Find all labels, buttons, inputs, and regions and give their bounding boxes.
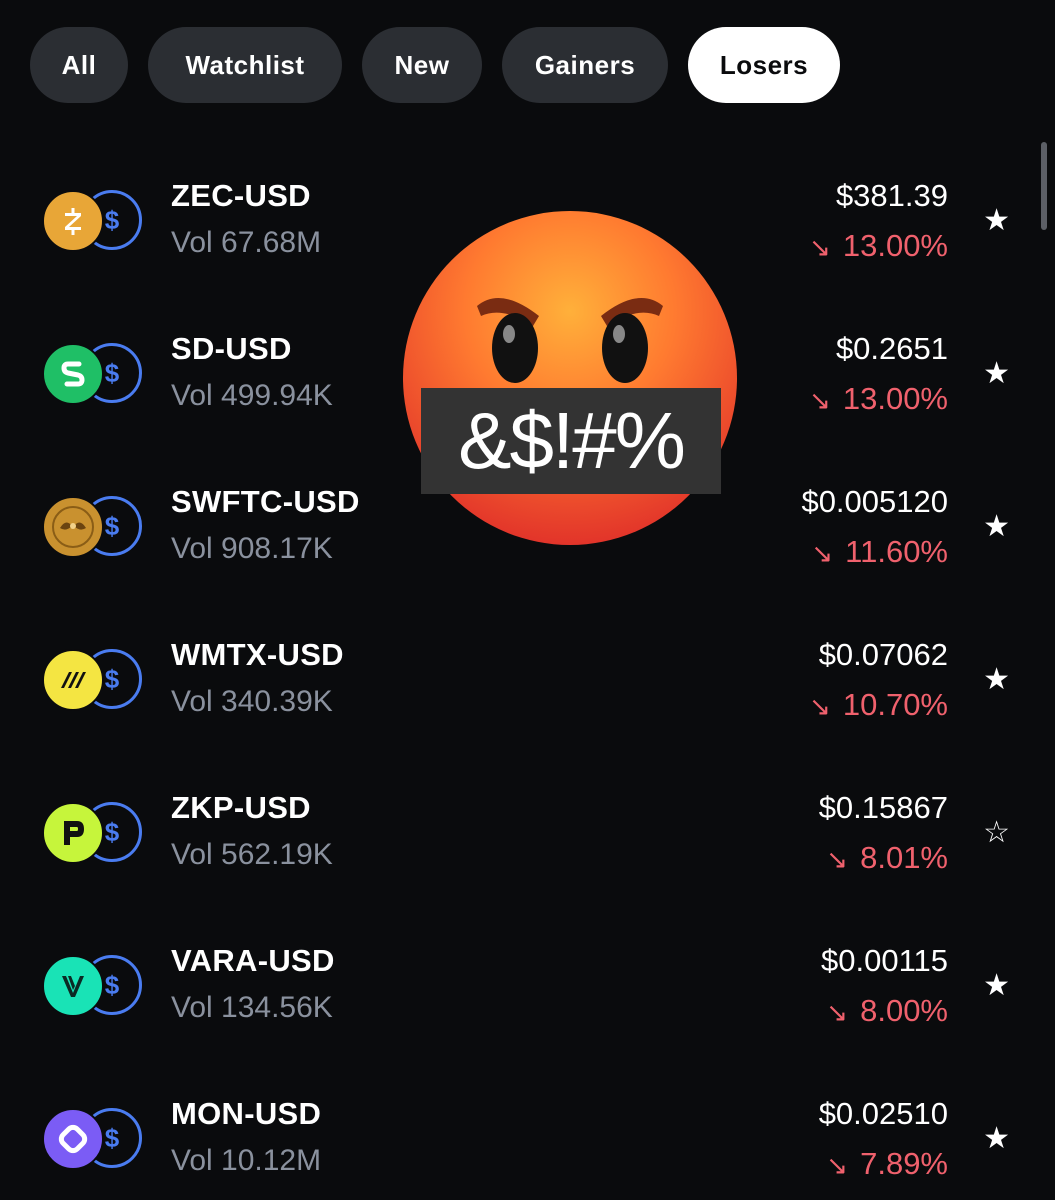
volume-label: Vol 67.68M [171, 226, 322, 259]
watchlist-star-icon[interactable]: ★ [983, 512, 1010, 542]
price-value: $381.39 [835, 178, 948, 213]
monad-icon [42, 1108, 104, 1170]
asset-row[interactable]: $ VARA-USD Vol 134.56K $0.00115 ↘ 8.00% ★ [0, 935, 1055, 1055]
pair-name: ZKP-USD [171, 790, 311, 825]
price-change: ↘ 11.60% [811, 534, 948, 570]
change-percent: 7.89% [860, 1146, 948, 1181]
pair-name: WMTX-USD [171, 637, 344, 672]
price-value: $0.2651 [835, 331, 948, 366]
price-change: ↘ 13.00% [809, 228, 948, 264]
change-percent: 10.70% [842, 687, 948, 722]
watchlist-star-icon[interactable]: ★ [983, 359, 1010, 389]
swftcoin-icon [42, 496, 104, 558]
vara-icon [42, 955, 104, 1017]
tab-losers[interactable]: Losers [688, 27, 840, 103]
price-value: $0.07062 [818, 637, 948, 672]
asset-row[interactable]: $ MON-USD Vol 10.12M $0.02510 ↘ 7.89% ★ [0, 1088, 1055, 1200]
pair-name: SWFTC-USD [171, 484, 360, 519]
asset-row[interactable]: $ ZKP-USD Vol 562.19K $0.15867 ↘ 8.01% ☆ [0, 782, 1055, 902]
zcash-icon [42, 190, 104, 252]
volume-label: Vol 340.39K [171, 685, 333, 718]
price-value: $0.00115 [821, 943, 948, 978]
volume-label: Vol 134.56K [171, 991, 333, 1024]
pair-name: ZEC-USD [171, 178, 311, 213]
pair-name: VARA-USD [171, 943, 335, 978]
censored-text: &$!#% [458, 396, 686, 485]
price-change: ↘ 8.00% [826, 993, 948, 1029]
volume-label: Vol 499.94K [171, 379, 333, 412]
price-value: $0.005120 [801, 484, 948, 519]
change-percent: 8.00% [860, 993, 948, 1028]
worldmobile-icon [42, 649, 104, 711]
tab-new[interactable]: New [362, 27, 482, 103]
down-arrow-icon: ↘ [809, 691, 831, 721]
stader-icon [42, 343, 104, 405]
watchlist-star-icon[interactable]: ★ [983, 1124, 1010, 1154]
asset-icon-pair: $ [42, 649, 142, 711]
down-arrow-icon: ↘ [826, 1150, 849, 1180]
asset-icon-pair: $ [42, 802, 142, 864]
price-change: ↘ 13.00% [809, 381, 948, 417]
asset-icon-pair: $ [42, 955, 142, 1017]
price-value: $0.15867 [818, 790, 948, 825]
pair-name: SD-USD [171, 331, 292, 366]
tab-gainers[interactable]: Gainers [502, 27, 668, 103]
watchlist-star-icon[interactable]: ★ [983, 206, 1010, 236]
angry-face-icon: &$!#% [403, 208, 737, 548]
down-arrow-icon: ↘ [809, 385, 831, 415]
price-change: ↘ 8.01% [826, 840, 948, 876]
asset-icon-pair: $ [42, 496, 142, 558]
tab-all[interactable]: All [30, 27, 128, 103]
down-arrow-icon: ↘ [826, 844, 849, 874]
asset-row[interactable]: $ WMTX-USD Vol 340.39K $0.07062 ↘ 10.70% … [0, 629, 1055, 749]
change-percent: 13.00% [842, 381, 948, 416]
asset-icon-pair: $ [42, 190, 142, 252]
asset-icon-pair: $ [42, 1108, 142, 1170]
markets-screen: All Watchlist New Gainers Losers $ ZEC-U… [0, 0, 1055, 1200]
volume-label: Vol 908.17K [171, 532, 333, 565]
down-arrow-icon: ↘ [826, 997, 849, 1027]
price-change: ↘ 7.89% [826, 1146, 948, 1182]
watchlist-star-icon[interactable]: ★ [983, 971, 1010, 1001]
down-arrow-icon: ↘ [811, 538, 834, 568]
watchlist-star-outline-icon[interactable]: ☆ [983, 818, 1010, 848]
change-percent: 11.60% [845, 534, 948, 569]
down-arrow-icon: ↘ [809, 232, 831, 262]
change-percent: 8.01% [860, 840, 948, 875]
price-change: ↘ 10.70% [809, 687, 948, 723]
tab-watchlist[interactable]: Watchlist [148, 27, 342, 103]
asset-icon-pair: $ [42, 343, 142, 405]
pair-name: MON-USD [171, 1096, 322, 1131]
watchlist-star-icon[interactable]: ★ [983, 665, 1010, 695]
zkp-icon [42, 802, 104, 864]
volume-label: Vol 562.19K [171, 838, 333, 871]
filter-tabs: All Watchlist New Gainers Losers [30, 27, 840, 103]
volume-label: Vol 10.12M [171, 1144, 322, 1177]
price-value: $0.02510 [818, 1096, 948, 1131]
change-percent: 13.00% [842, 228, 948, 263]
